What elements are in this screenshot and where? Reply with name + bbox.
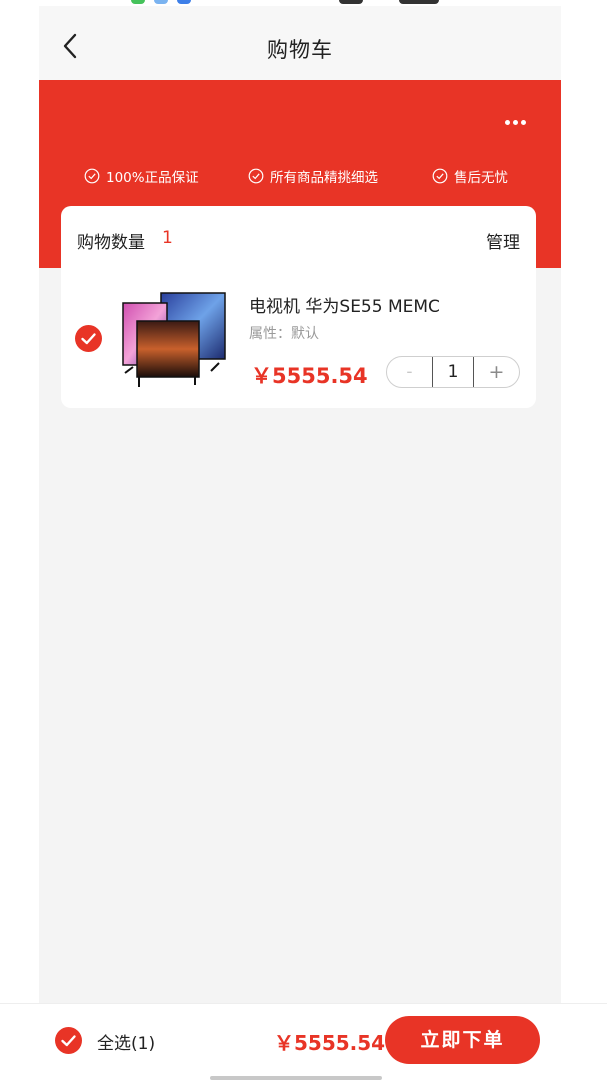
status-icon: [154, 0, 168, 4]
cart-card: 购物数量 1 管理 电视机 华为SE55 MEMC 属性：默认 ￥5555.54…: [61, 206, 536, 408]
cart-count-value: 1: [162, 228, 173, 248]
guarantee-item: 售后无忧: [432, 166, 508, 186]
battery-icon: [399, 0, 439, 4]
decrease-button[interactable]: -: [387, 357, 432, 387]
product-price: ￥5555.54: [251, 364, 368, 388]
guarantee-label: 所有商品精挑细选: [270, 170, 378, 186]
status-icon: [131, 0, 145, 4]
place-order-button[interactable]: 立即下单: [385, 1016, 540, 1064]
product-title[interactable]: 电视机 华为SE55 MEMC: [249, 292, 440, 317]
select-all-check-icon[interactable]: [55, 1027, 82, 1054]
guarantee-label: 售后无忧: [454, 170, 508, 186]
total-price: ￥5555.54: [274, 1031, 386, 1055]
product-attribute: 属性：默认: [249, 326, 319, 342]
home-indicator: [210, 1076, 382, 1080]
check-circle-outline-icon: [84, 168, 100, 184]
quantity-input[interactable]: 1: [432, 357, 474, 387]
status-icon: [177, 0, 191, 4]
guarantee-label: 100%正品保证: [106, 170, 199, 186]
check-circle-outline-icon: [248, 168, 264, 184]
cart-page: 购物车 100%正品保证 所有商品精挑细选 售后无忧 购物数量 1 管理 电视机…: [39, 0, 561, 1080]
check-circle-outline-icon: [432, 168, 448, 184]
guarantee-item: 100%正品保证: [84, 166, 199, 186]
checkout-bar: 全选(1) ￥5555.54 立即下单: [0, 1003, 607, 1080]
signal-icon: [339, 0, 363, 4]
product-image[interactable]: [119, 291, 229, 391]
increase-button[interactable]: +: [474, 357, 519, 387]
navigation-bar: 购物车: [39, 6, 561, 80]
page-title: 购物车: [267, 38, 333, 62]
manage-button[interactable]: 管理: [486, 228, 520, 253]
select-all-label[interactable]: 全选(1): [97, 1029, 155, 1054]
guarantee-row: 100%正品保证 所有商品精挑细选 售后无忧: [39, 166, 561, 186]
item-check-icon[interactable]: [75, 325, 102, 352]
cart-count-label: 购物数量: [77, 233, 145, 253]
quantity-stepper: - 1 +: [386, 356, 520, 388]
guarantee-item: 所有商品精挑细选: [248, 166, 378, 186]
more-dots-icon[interactable]: [505, 110, 531, 125]
